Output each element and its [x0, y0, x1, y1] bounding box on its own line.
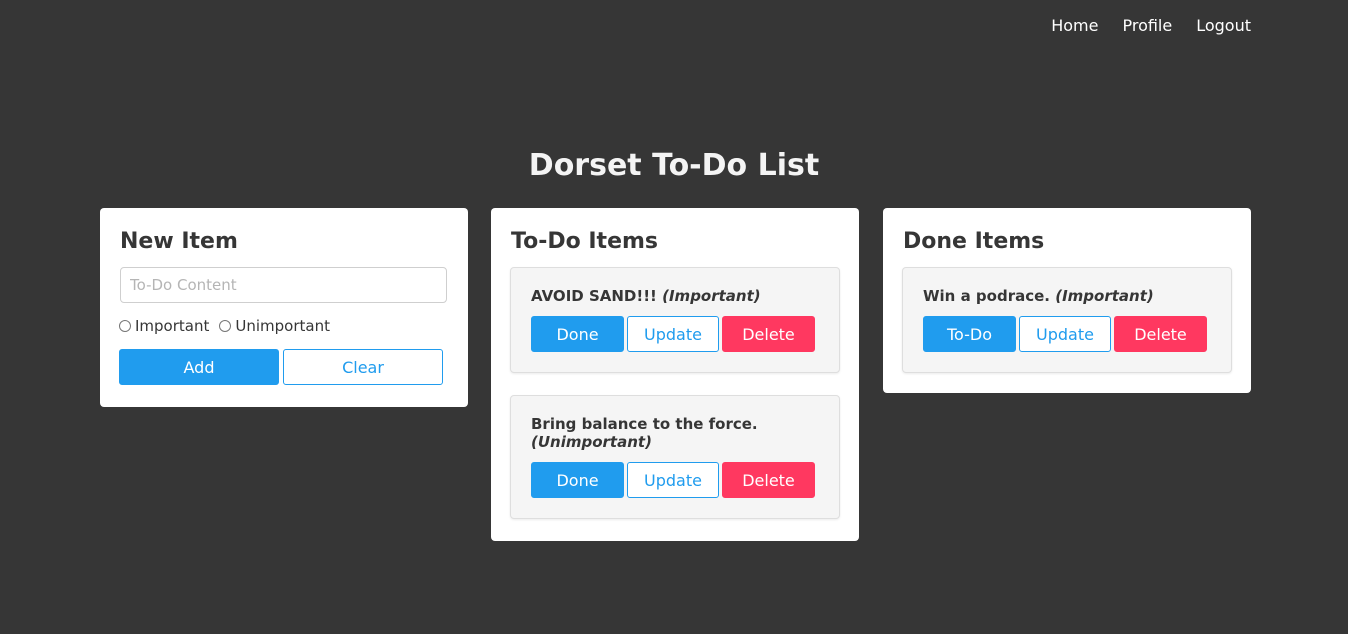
- done-button[interactable]: Done: [531, 462, 624, 498]
- done-button[interactable]: Done: [531, 316, 624, 352]
- new-item-card: New Item Important Unimportant Add Clear: [100, 208, 468, 407]
- done-items-heading: Done Items: [903, 229, 1045, 254]
- top-nav: Home Profile Logout: [1051, 16, 1251, 36]
- done-item-priority: (Important): [1055, 287, 1154, 305]
- priority-radio-group: Important Unimportant: [119, 317, 449, 335]
- update-button[interactable]: Update: [1019, 316, 1111, 352]
- add-button[interactable]: Add: [119, 349, 279, 385]
- update-button[interactable]: Update: [627, 462, 719, 498]
- todo-content-input[interactable]: [120, 267, 447, 303]
- important-radio-option[interactable]: Important: [119, 317, 209, 335]
- nav-profile-link[interactable]: Profile: [1122, 16, 1172, 36]
- todo-items-heading: To-Do Items: [511, 229, 659, 254]
- done-item: Win a podrace. (Important) To-Do Update …: [902, 267, 1232, 373]
- todo-item-priority: (Important): [662, 287, 761, 305]
- todo-item-content: AVOID SAND!!!: [531, 287, 657, 305]
- done-item-text: Win a podrace. (Important): [923, 287, 1211, 305]
- todo-item: Bring balance to the force. (Unimportant…: [510, 395, 840, 519]
- clear-button[interactable]: Clear: [283, 349, 443, 385]
- done-item-content: Win a podrace.: [923, 287, 1050, 305]
- nav-logout-link[interactable]: Logout: [1196, 16, 1251, 36]
- unimportant-radio[interactable]: [219, 320, 232, 332]
- nav-home-link[interactable]: Home: [1051, 16, 1098, 36]
- todo-item-text: Bring balance to the force. (Unimportant…: [531, 415, 819, 451]
- todo-items-card: To-Do Items AVOID SAND!!! (Important) Do…: [491, 208, 859, 541]
- todo-item: AVOID SAND!!! (Important) Done Update De…: [510, 267, 840, 373]
- todo-item-content: Bring balance to the force.: [531, 415, 758, 433]
- unimportant-radio-label: Unimportant: [235, 317, 330, 335]
- delete-button[interactable]: Delete: [1114, 316, 1207, 352]
- important-radio-label: Important: [135, 317, 210, 335]
- todo-item-actions: Done Update Delete: [531, 462, 819, 498]
- important-radio[interactable]: [119, 320, 131, 332]
- todo-item-text: AVOID SAND!!! (Important): [531, 287, 819, 305]
- update-button[interactable]: Update: [627, 316, 719, 352]
- to-do-button[interactable]: To-Do: [923, 316, 1016, 352]
- new-item-actions: Add Clear: [119, 349, 449, 385]
- page-title: Dorset To-Do List: [528, 148, 820, 183]
- todo-item-actions: Done Update Delete: [531, 316, 819, 352]
- unimportant-radio-option[interactable]: Unimportant: [219, 317, 330, 335]
- done-item-actions: To-Do Update Delete: [923, 316, 1211, 352]
- delete-button[interactable]: Delete: [722, 462, 815, 498]
- delete-button[interactable]: Delete: [722, 316, 815, 352]
- done-items-card: Done Items Win a podrace. (Important) To…: [883, 208, 1251, 393]
- new-item-heading: New Item: [120, 229, 238, 254]
- todo-item-priority: (Unimportant): [531, 433, 652, 451]
